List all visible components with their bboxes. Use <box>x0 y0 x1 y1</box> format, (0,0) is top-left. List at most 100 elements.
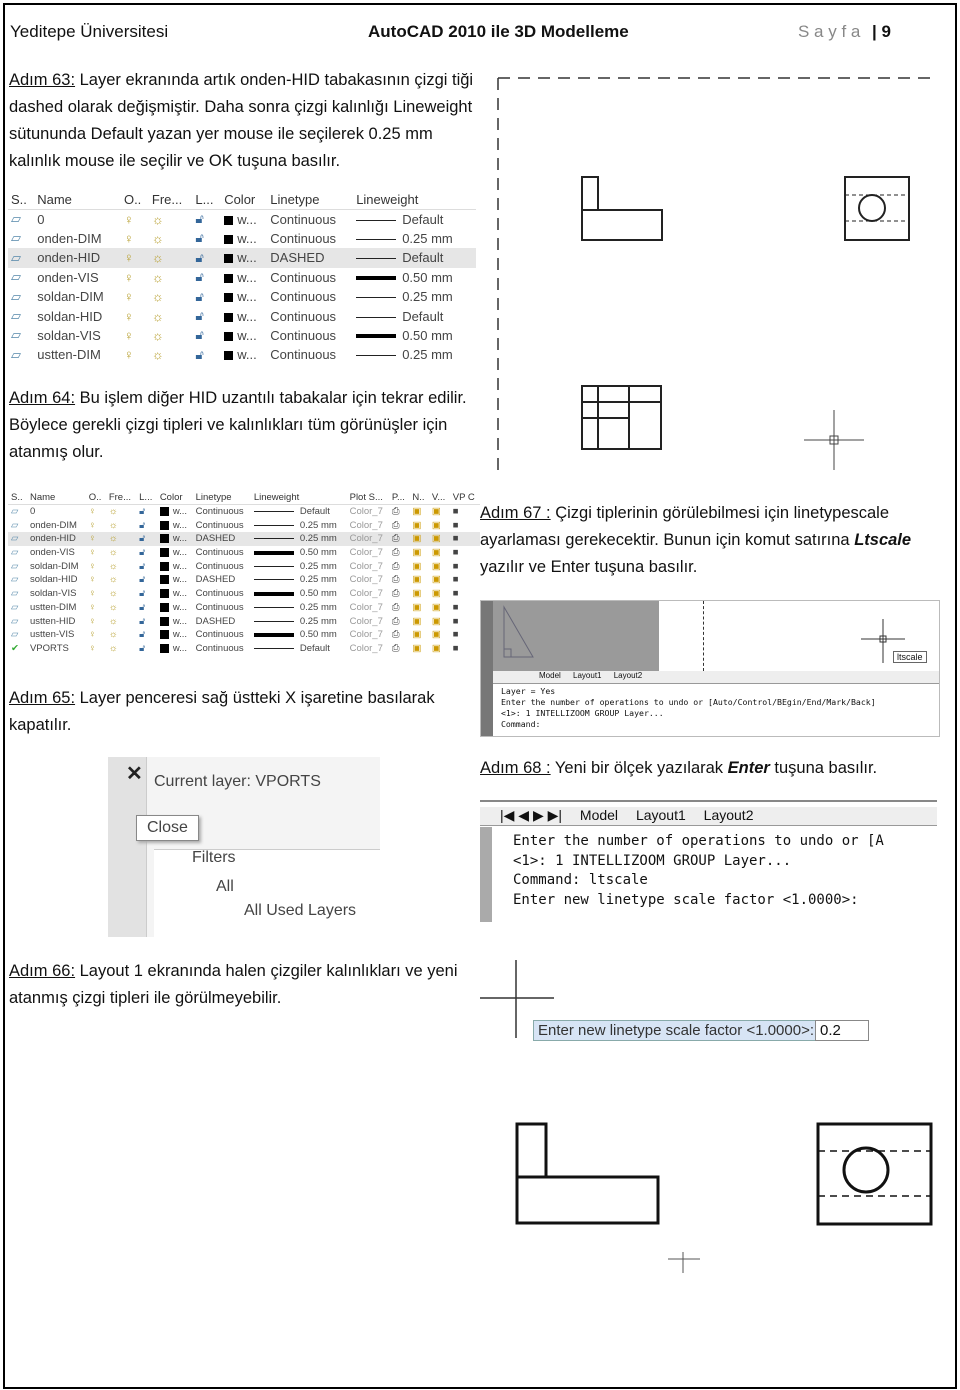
dynamic-input[interactable]: ltscale <box>893 651 927 663</box>
layer-color[interactable]: w... <box>221 306 267 325</box>
vp-color-swatch[interactable]: ■ <box>450 532 480 546</box>
lightbulb-icon[interactable]: ♀ <box>86 559 106 573</box>
layer-lineweight[interactable]: 0.25 mm <box>251 601 347 615</box>
vp-freeze-icon[interactable]: ▣ <box>429 532 450 546</box>
layer-lineweight[interactable]: 0.50 mm <box>353 326 476 345</box>
layer-lineweight[interactable]: 0.25 mm <box>251 518 347 532</box>
layer-color[interactable]: w... <box>221 287 267 306</box>
printer-icon[interactable]: ⎙ <box>389 546 409 560</box>
vp-freeze-icon[interactable]: ▣ <box>429 546 450 560</box>
printer-icon[interactable]: ⎙ <box>389 642 409 656</box>
tab-model[interactable]: Model <box>580 807 618 823</box>
tab-layout2[interactable]: Layout2 <box>614 671 642 680</box>
layer-name[interactable]: soldan-DIM <box>34 287 121 306</box>
sun-icon[interactable]: ☼ <box>149 268 192 287</box>
plot-style[interactable]: Color_7 <box>347 532 389 546</box>
layer-color[interactable]: w... <box>157 505 193 519</box>
tree-all[interactable]: All <box>216 878 234 896</box>
layer-linetype[interactable]: Continuous <box>267 229 353 248</box>
layer-row[interactable]: ▱ onden-DIM ♀ ☼ 🔓︎ w... Continuous 0.25 mm Color… <box>8 518 480 532</box>
vp-color-swatch[interactable]: ■ <box>450 587 480 601</box>
layer-linetype[interactable]: Continuous <box>193 628 251 642</box>
unlock-icon[interactable]: 🔓︎ <box>136 642 157 656</box>
layer-name[interactable]: 0 <box>34 209 121 228</box>
layer-row[interactable]: ▱ 0 ♀ ☼ 🔓︎ w... Continuous Default Color_7 ⎙ ▣ ▣ ■ <box>8 505 480 519</box>
layer-name[interactable]: VPORTS <box>27 642 86 656</box>
layer-color[interactable]: w... <box>221 229 267 248</box>
lightbulb-icon[interactable]: ♀ <box>121 229 149 248</box>
printer-icon[interactable]: ⎙ <box>389 573 409 587</box>
unlock-icon[interactable]: 🔓︎ <box>192 268 221 287</box>
layer-row[interactable]: ▱ 0 ♀ ☼ 🔓︎ w... Continuous Default <box>8 209 476 228</box>
column-header[interactable]: Name <box>34 190 121 210</box>
layer-lineweight[interactable]: Default <box>353 209 476 228</box>
tree-filters[interactable]: Filters <box>192 849 236 867</box>
vp-freeze-icon[interactable]: ▣ <box>429 614 450 628</box>
column-header[interactable]: VP C <box>449 491 480 506</box>
layer-color[interactable]: w... <box>157 628 193 642</box>
layer-linetype[interactable]: DASHED <box>193 573 251 587</box>
new-vp-freeze-icon[interactable]: ▣ <box>409 532 429 546</box>
layer-row[interactable]: ✔ VPORTS ♀ ☼ 🔓︎ w... Continuous Default Color_7 ⎙… <box>8 642 480 656</box>
layer-name[interactable]: onden-HID <box>27 532 86 546</box>
layer-lineweight[interactable]: 0.25 mm <box>353 229 476 248</box>
layer-linetype[interactable]: Continuous <box>193 601 251 615</box>
layer-lineweight[interactable]: Default <box>353 248 476 267</box>
lightbulb-icon[interactable]: ♀ <box>121 268 149 287</box>
layer-row[interactable]: ▱ onden-HID ♀ ☼ 🔓︎ w... DASHED 0.25 mm Color_7 ⎙ ▣… <box>8 532 480 546</box>
printer-icon[interactable]: ⎙ <box>389 518 409 532</box>
layer-row[interactable]: ▱ soldan-DIM ♀ ☼ 🔓︎ w... Continuous 0.25 mm <box>8 287 476 306</box>
vp-color-swatch[interactable]: ■ <box>450 601 480 615</box>
unlock-icon[interactable]: 🔓︎ <box>136 505 157 519</box>
sun-icon[interactable]: ☼ <box>149 306 192 325</box>
layer-name[interactable]: soldan-VIS <box>27 587 86 601</box>
new-vp-freeze-icon[interactable]: ▣ <box>409 642 429 656</box>
unlock-icon[interactable]: 🔓︎ <box>136 532 157 546</box>
layer-color[interactable]: w... <box>221 268 267 287</box>
vp-color-swatch[interactable]: ■ <box>450 614 480 628</box>
printer-icon[interactable]: ⎙ <box>389 628 409 642</box>
plot-style[interactable]: Color_7 <box>347 505 389 519</box>
vp-freeze-icon[interactable]: ▣ <box>429 601 450 615</box>
layer-row[interactable]: ▱ soldan-HID ♀ ☼ 🔓︎ w... DASHED 0.25 mm Color_7 ⎙… <box>8 573 480 587</box>
lightbulb-icon[interactable]: ♀ <box>121 287 149 306</box>
lightbulb-icon[interactable]: ♀ <box>86 642 106 656</box>
layer-name[interactable]: onden-DIM <box>27 518 86 532</box>
layer-color[interactable]: w... <box>157 587 193 601</box>
layer-color[interactable]: w... <box>157 614 193 628</box>
layer-color[interactable]: w... <box>157 546 193 560</box>
unlock-icon[interactable]: 🔓︎ <box>136 614 157 628</box>
unlock-icon[interactable]: 🔓︎ <box>136 559 157 573</box>
sun-icon[interactable]: ☼ <box>106 601 136 615</box>
lightbulb-icon[interactable]: ♀ <box>121 306 149 325</box>
column-header[interactable]: Color <box>156 491 193 506</box>
column-header[interactable]: Linetype <box>267 190 354 210</box>
unlock-icon[interactable]: 🔓︎ <box>192 248 221 267</box>
layer-color[interactable]: w... <box>157 518 193 532</box>
printer-icon[interactable]: ⎙ <box>389 532 409 546</box>
vp-freeze-icon[interactable]: ▣ <box>429 518 450 532</box>
vp-freeze-icon[interactable]: ▣ <box>429 559 450 573</box>
column-header[interactable]: P... <box>388 491 410 506</box>
new-vp-freeze-icon[interactable]: ▣ <box>409 559 429 573</box>
unlock-icon[interactable]: 🔓︎ <box>136 587 157 601</box>
layer-lineweight[interactable]: 0.25 mm <box>353 345 476 364</box>
command-prompt[interactable]: Enter new linetype scale factor <1.0000>… <box>513 891 884 911</box>
column-header[interactable]: O.. <box>120 190 149 210</box>
unlock-icon[interactable]: 🔓︎ <box>136 628 157 642</box>
new-vp-freeze-icon[interactable]: ▣ <box>409 546 429 560</box>
layer-row[interactable]: ▱ soldan-VIS ♀ ☼ 🔓︎ w... Continuous 0.50 mm Colo… <box>8 587 480 601</box>
layer-color[interactable]: w... <box>221 326 267 345</box>
layer-linetype[interactable]: Continuous <box>193 642 251 656</box>
column-header[interactable]: S.. <box>8 190 35 210</box>
layer-name[interactable]: ustten-VIS <box>27 628 86 642</box>
layer-lineweight[interactable]: Default <box>251 505 347 519</box>
vp-color-swatch[interactable]: ■ <box>450 505 480 519</box>
plot-style[interactable]: Color_7 <box>347 601 389 615</box>
layer-linetype[interactable]: DASHED <box>193 532 251 546</box>
printer-icon[interactable]: ⎙ <box>389 601 409 615</box>
lightbulb-icon[interactable]: ♀ <box>86 628 106 642</box>
layer-name[interactable]: 0 <box>27 505 86 519</box>
lightbulb-icon[interactable]: ♀ <box>121 345 149 364</box>
layer-linetype[interactable]: Continuous <box>193 505 251 519</box>
